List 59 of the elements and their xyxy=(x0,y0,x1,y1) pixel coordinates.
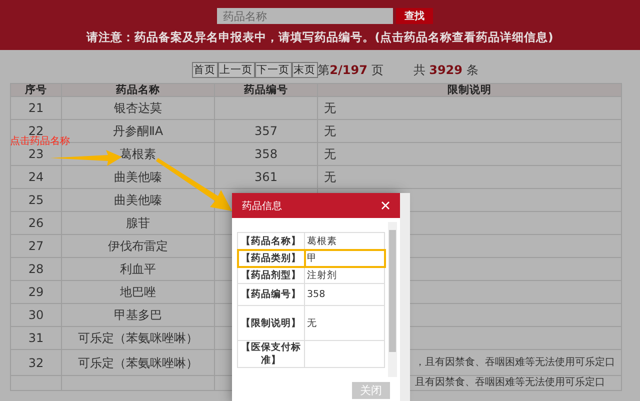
column-header: 药品名称 xyxy=(62,84,214,96)
search-field[interactable]: 药品名称 xyxy=(217,8,393,24)
field-value: 葛根素 xyxy=(307,236,337,246)
restriction-note: 且有因禁食、吞咽困难等无法使用可乐定口 xyxy=(415,377,605,389)
row-number: 24 xyxy=(28,171,44,183)
field-label: 【药品剂型】 xyxy=(241,270,301,280)
scrollbar[interactable] xyxy=(388,222,397,377)
row-number: 29 xyxy=(28,286,44,298)
page-button[interactable]: 末页 xyxy=(292,62,318,78)
row-number: 21 xyxy=(28,102,44,114)
field-label: 【药品类别】 xyxy=(241,252,301,264)
page-button[interactable]: 上一页 xyxy=(218,62,255,78)
column-header: 限制说明 xyxy=(318,84,622,96)
page-button[interactable]: 首页 xyxy=(192,62,218,78)
row-number: 30 xyxy=(28,309,44,321)
restriction-note: 无 xyxy=(324,171,336,183)
notice-text: 请注意：药品备案及异名申报表中，请填写药品编号。(点击药品名称查看药品详细信息) xyxy=(86,30,554,45)
row-number: 27 xyxy=(28,240,44,252)
scrollbar[interactable] xyxy=(400,193,410,401)
row-number: 31 xyxy=(28,332,44,344)
restriction-note: 无 xyxy=(324,102,336,114)
row-number: 23 xyxy=(28,148,44,160)
field-label: 【医保支付标准】 xyxy=(241,342,301,366)
restriction-note: ，且有因禁食、吞咽困难等无法使用可乐定口 xyxy=(415,356,615,368)
annotation-text: 点击药品名称 xyxy=(10,137,70,147)
row-number: 25 xyxy=(28,194,44,206)
dialog-title: 药品信息 xyxy=(242,200,282,212)
field-label: 【限制说明】 xyxy=(241,318,301,328)
field-label: 【药品编号】 xyxy=(241,289,301,300)
row-number: 32 xyxy=(28,356,44,368)
drug-name-link[interactable]: 曲美他嗪 xyxy=(114,194,162,206)
field-value: 358 xyxy=(307,289,326,300)
drug-code: 358 xyxy=(254,148,278,160)
field-value: 无 xyxy=(307,318,317,328)
drug-name-link[interactable]: 丹参酮ⅡA xyxy=(112,125,164,137)
close-icon[interactable] xyxy=(381,201,390,210)
drug-name-link[interactable]: 曲美他嗪 xyxy=(114,171,162,183)
page-button[interactable]: 下一页 xyxy=(254,62,292,78)
row-number: 22 xyxy=(28,125,44,137)
drug-name-link[interactable]: 银杏达莫 xyxy=(114,102,162,114)
drug-name-link[interactable]: 利血平 xyxy=(120,263,156,275)
drug-name-link[interactable]: 甲基多巴 xyxy=(114,309,162,321)
drug-name-link[interactable]: 腺苷 xyxy=(126,217,150,229)
page-info: 第2/197 页 xyxy=(318,62,384,78)
field-value: 甲 xyxy=(307,252,317,264)
search-button[interactable]: 查找 xyxy=(396,8,433,24)
row-number: 26 xyxy=(28,217,44,229)
drug-name-link[interactable]: 地巴唑 xyxy=(120,286,156,298)
field-value: 注射剂 xyxy=(307,270,337,280)
drug-name-link[interactable]: 葛根素 xyxy=(120,148,156,160)
restriction-note: 无 xyxy=(324,125,336,137)
drug-code: 361 xyxy=(254,171,278,183)
column-header: 序号 xyxy=(10,84,62,96)
drug-code: 357 xyxy=(254,125,278,137)
field-label: 【药品名称】 xyxy=(241,236,301,246)
restriction-note: 无 xyxy=(324,148,336,160)
row-number: 28 xyxy=(28,263,44,275)
total-count: 共 3929 条 xyxy=(413,62,478,78)
column-header: 药品编号 xyxy=(214,84,318,96)
